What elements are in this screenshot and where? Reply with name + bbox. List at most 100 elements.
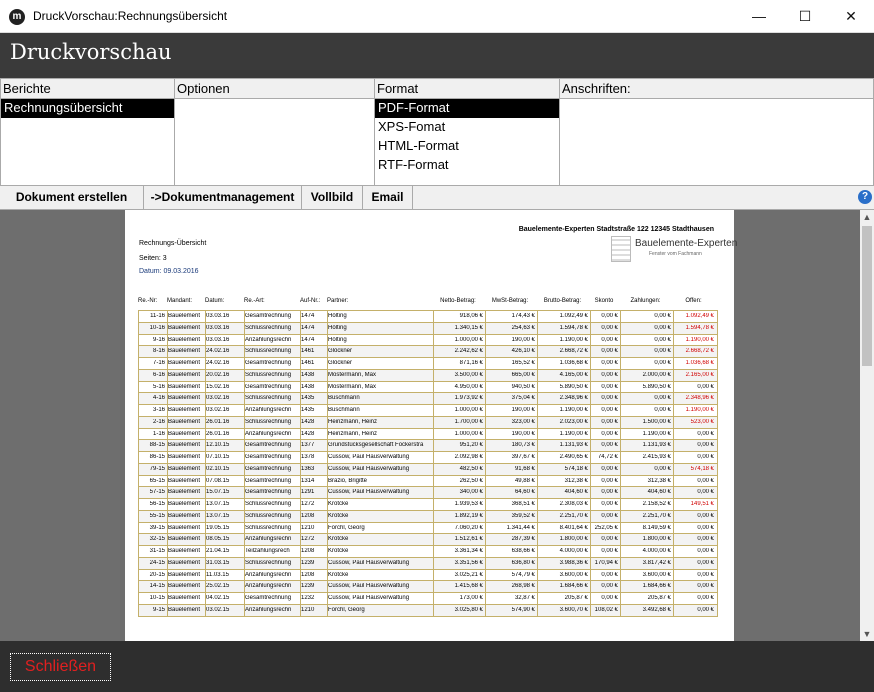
table-cell: Schlussrechnung — [245, 395, 292, 402]
column-header: MwSt-Betrag: — [491, 298, 529, 304]
close-window-button[interactable]: ✕ — [828, 0, 874, 33]
table-row: 57-15 Bauelement 15.07.15 Gesamtrechnung 129… — [139, 487, 717, 499]
minimize-button[interactable]: — — [736, 0, 782, 33]
cell-divider — [673, 322, 674, 334]
cell-divider — [433, 546, 434, 557]
panel-optionen-header: Optionen — [175, 79, 374, 99]
create-document-button[interactable]: Dokument erstellen — [0, 186, 144, 209]
format-item-rtf[interactable]: RTF-Format — [375, 156, 559, 175]
table-cell: 2.242,62 € — [454, 348, 483, 355]
cell-divider — [167, 311, 168, 322]
berichte-item[interactable]: Rechnungsübersicht — [1, 99, 174, 118]
table-cell: 4.000,00 € — [642, 548, 671, 554]
table-cell: 1.190,00 € — [642, 430, 671, 437]
cell-divider — [590, 546, 591, 557]
table-cell: Bauelement — [168, 442, 201, 449]
cell-divider — [300, 405, 301, 416]
table-cell: 3.025,21 € — [454, 571, 483, 578]
table-cell: 1314 — [301, 477, 315, 484]
table-row: 3-16 Bauelement 03.02.16 Anzahlungsrechn 143… — [139, 405, 717, 417]
cell-divider — [167, 475, 168, 487]
table-cell: 4.000,00 € — [559, 548, 588, 554]
cell-divider — [300, 581, 301, 592]
cell-divider — [205, 428, 206, 440]
table-cell: Cussow, Paul Hausverwaltung — [328, 583, 410, 590]
cell-divider — [205, 475, 206, 487]
scroll-up-icon[interactable]: ▲ — [860, 210, 874, 224]
table-cell: 205,87 € — [647, 595, 671, 601]
table-cell: 13.07.15 — [206, 501, 230, 507]
cell-divider — [327, 322, 328, 334]
cell-divider — [590, 534, 591, 545]
format-item-xps[interactable]: XPS-Fomat — [375, 118, 559, 137]
table-cell: 951,20 € — [459, 442, 483, 449]
table-cell: 1428 — [301, 418, 315, 425]
cell-divider — [300, 428, 301, 440]
vertical-scrollbar[interactable]: ▲ ▼ — [860, 210, 874, 641]
cell-divider — [300, 346, 301, 357]
table-cell: 1461 — [301, 348, 315, 355]
table-cell: 8.401,64 € — [559, 524, 588, 531]
table-cell: 0,00 € — [697, 383, 714, 390]
cell-divider — [244, 428, 245, 440]
table-cell: 55-15 — [149, 512, 165, 519]
table-cell: 24-15 — [149, 559, 165, 566]
cell-divider — [167, 593, 168, 604]
cell-divider — [673, 604, 674, 616]
table-cell: 1-16 — [152, 430, 165, 437]
table-cell: 254,63 € — [511, 324, 535, 331]
fullscreen-button[interactable]: Vollbild — [302, 186, 363, 209]
cell-divider — [327, 534, 328, 545]
table-cell: Krotcke — [328, 548, 349, 554]
column-header: Offen: — [685, 298, 702, 304]
print-preview-area[interactable]: Bauelemente-Experten Stadtstraße 122 123… — [0, 210, 860, 641]
table-cell: 2.000,00 € — [642, 371, 671, 378]
logo-slogan: Fenster vom Fachmann — [649, 251, 702, 257]
table-cell: 1.190,00 € — [685, 336, 714, 343]
table-cell: 3.988,36 € — [559, 559, 588, 566]
cell-divider — [433, 346, 434, 357]
table-cell: Bauelement — [168, 371, 201, 378]
close-button[interactable]: Schließen — [10, 653, 111, 681]
table-cell: Krotcke — [328, 501, 349, 507]
format-item-html[interactable]: HTML-Format — [375, 137, 559, 156]
table-cell: 5.890,50 € — [559, 383, 588, 390]
document-management-button[interactable]: ->Dokumentmanagement — [144, 186, 302, 209]
help-icon[interactable]: ? — [858, 190, 872, 204]
cell-divider — [327, 405, 328, 416]
table-cell: 0,00 € — [697, 536, 714, 543]
cell-divider — [205, 604, 206, 616]
cell-divider — [244, 393, 245, 404]
cell-divider — [590, 440, 591, 451]
table-cell: 4.165,00 € — [559, 371, 588, 378]
format-item-pdf[interactable]: PDF-Format — [375, 99, 559, 118]
table-cell: 1.131,93 € — [559, 442, 588, 449]
table-cell: 21.04.15 — [206, 548, 230, 554]
cell-divider — [205, 569, 206, 581]
cell-divider — [244, 381, 245, 393]
cell-divider — [205, 499, 206, 510]
company-logo: Bauelemente-Experten Fenster vom Fachman… — [611, 236, 737, 264]
table-row: 14-15 Bauelement 25.02.15 Anzahlungsrechn 12… — [139, 581, 717, 593]
maximize-button[interactable]: ☐ — [782, 0, 828, 33]
scroll-down-icon[interactable]: ▼ — [860, 627, 874, 641]
column-header: Auf-Nr.: — [300, 298, 321, 304]
email-button[interactable]: Email — [363, 186, 413, 209]
table-cell: 0,00 € — [601, 571, 618, 578]
company-address: Bauelemente-Experten Stadtstraße 122 123… — [518, 226, 714, 233]
table-row: 6-16 Bauelement 20.02.16 Schlussrechnung 143… — [139, 369, 717, 382]
cell-divider — [327, 381, 328, 393]
table-cell: 7.060,20 € — [454, 524, 483, 531]
cell-divider — [300, 499, 301, 510]
cell-divider — [244, 534, 245, 545]
table-cell: 1474 — [301, 336, 315, 343]
cell-divider — [590, 381, 591, 393]
column-header: Partner: — [327, 298, 349, 304]
table-cell: Heinzmann, Heinz — [328, 430, 378, 437]
scroll-thumb[interactable] — [862, 226, 872, 366]
cell-divider — [673, 405, 674, 416]
table-cell: 665,00 € — [511, 371, 535, 378]
table-cell: 15.07.15 — [206, 489, 230, 496]
cell-divider — [205, 581, 206, 592]
cell-divider — [244, 322, 245, 334]
